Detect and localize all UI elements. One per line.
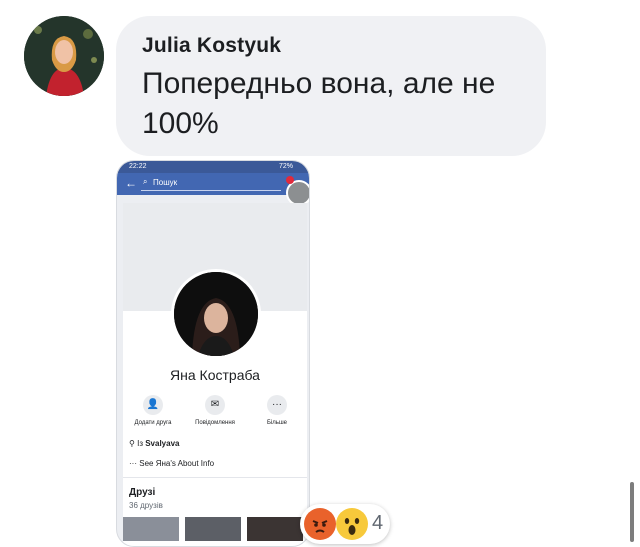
add-friend-label: Додати друга bbox=[134, 420, 172, 426]
search-field: ⌕ Пошук bbox=[141, 177, 281, 191]
messenger-icon: ✉ bbox=[205, 395, 225, 415]
status-battery: 72% bbox=[278, 163, 293, 170]
friends-heading: Друзі bbox=[129, 487, 156, 498]
comment-text: Попередньо вона, але не 100% bbox=[142, 67, 496, 140]
comment-author[interactable]: Julia Kostyuk bbox=[142, 34, 518, 58]
facebook-top-bar: ← ⌕ Пошук bbox=[117, 173, 309, 195]
profile-name: Яна Костраба bbox=[170, 367, 260, 383]
search-placeholder: Пошук bbox=[153, 178, 178, 187]
reaction-count: 4 bbox=[372, 512, 384, 534]
status-time: 22:22 bbox=[129, 163, 147, 170]
about-row: ··· See Яна's About Info bbox=[129, 459, 214, 468]
about-text: See Яна's About Info bbox=[139, 459, 215, 468]
add-friend-icon: 👤 bbox=[143, 395, 163, 415]
reactions-summary[interactable]: 4 bbox=[300, 504, 390, 544]
divider bbox=[123, 477, 307, 478]
more-icon: ··· bbox=[267, 395, 287, 415]
search-icon: ⌕ bbox=[143, 177, 148, 186]
profile-picture bbox=[171, 269, 261, 359]
phone-status-bar: 22:22 72% bbox=[117, 161, 309, 173]
message-label: Повідомлення bbox=[195, 420, 235, 426]
more-action: ··· Більше bbox=[251, 395, 303, 426]
message-action: ✉ Повідомлення bbox=[189, 395, 241, 426]
friend-thumbnail bbox=[247, 517, 303, 541]
friend-thumbnail bbox=[123, 517, 179, 541]
add-friend-action: 👤 Додати друга bbox=[127, 395, 179, 426]
more-label: Більше bbox=[266, 420, 288, 426]
attached-screenshot[interactable]: 22:22 72% ← ⌕ Пошук Яна Костраба 👤 Додат… bbox=[116, 160, 310, 547]
location-prefix: Із bbox=[137, 439, 143, 448]
friend-thumbnail bbox=[185, 517, 241, 541]
commenter-avatar[interactable] bbox=[24, 16, 104, 96]
scrollbar[interactable] bbox=[630, 482, 634, 542]
profile-card: Яна Костраба 👤 Додати друга ✉ Повідомлен… bbox=[123, 203, 307, 546]
ellipsis-icon: ··· bbox=[129, 459, 137, 468]
back-arrow-icon: ← bbox=[125, 176, 137, 190]
location-row: ⚲ Із Svalyava bbox=[129, 439, 179, 448]
comment-bubble: Julia Kostyuk Попередньо вона, але не 10… bbox=[116, 16, 546, 156]
angry-reaction-icon bbox=[304, 508, 336, 540]
location-value: Svalyava bbox=[145, 439, 180, 448]
location-pin-icon: ⚲ bbox=[129, 439, 135, 448]
friends-count: 36 друзів bbox=[129, 501, 163, 510]
notification-badge bbox=[286, 176, 294, 184]
wow-reaction-icon bbox=[336, 508, 368, 540]
